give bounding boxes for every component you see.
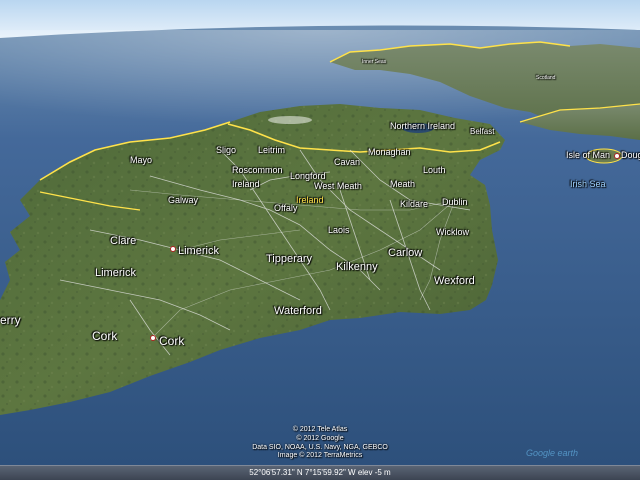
label-wexford: Wexford xyxy=(434,275,475,287)
label-kerry: erry xyxy=(0,313,21,327)
map-viewport[interactable]: Inner Seas Scotland Northern Ireland Bel… xyxy=(0,0,640,480)
label-scotland: Scotland xyxy=(536,75,556,81)
label-inner-seas: Inner Seas xyxy=(362,59,387,65)
coordinates-readout: 52°06'57.31" N 7°15'59.92" W elev -5 m xyxy=(249,468,391,477)
label-belfast: Belfast xyxy=(470,127,495,136)
label-kildare: Kildare xyxy=(400,199,429,209)
label-galway: Galway xyxy=(168,195,199,205)
credit-line: © 2012 Google xyxy=(296,434,344,442)
label-mayo: Mayo xyxy=(130,155,153,165)
label-kilkenny: Kilkenny xyxy=(336,261,378,273)
label-waterford: Waterford xyxy=(274,305,322,317)
label-offaly: Offaly xyxy=(274,203,298,213)
label-irish-sea: Irish Sea xyxy=(570,179,606,189)
label-limerick-county: Limerick xyxy=(95,267,136,279)
credit-line: © 2012 Tele Atlas xyxy=(292,426,348,433)
label-tipperary: Tipperary xyxy=(266,253,313,265)
label-clare: Clare xyxy=(110,235,137,247)
label-longford: Longford xyxy=(290,171,326,181)
label-cork-city: Cork xyxy=(159,334,185,348)
label-carlow: Carlow xyxy=(388,247,423,259)
label-isle-of-man: Isle of Man xyxy=(566,150,611,160)
label-cavan: Cavan xyxy=(334,157,361,167)
label-wicklow: Wicklow xyxy=(436,227,469,237)
status-bar: 52°06'57.31" N 7°15'59.92" W elev -5 m xyxy=(0,465,640,480)
label-limerick-city: Limerick xyxy=(178,245,219,257)
label-ireland-island: Ireland xyxy=(232,179,260,189)
label-roscommon: Roscommon xyxy=(232,165,283,175)
label-northern-ireland: Northern Ireland xyxy=(390,121,456,131)
label-ireland-country: Ireland xyxy=(296,195,324,205)
label-laois: Laois xyxy=(328,225,350,235)
label-leitrim: Leitrim xyxy=(258,145,286,155)
google-earth-logo: Google earth xyxy=(525,448,578,458)
city-dot-douglas xyxy=(614,153,620,159)
label-monaghan: Monaghan xyxy=(368,147,411,157)
label-dublin: Dublin xyxy=(442,197,468,207)
label-westmeath: West Meath xyxy=(314,181,362,191)
city-dot-cork xyxy=(150,335,156,341)
label-meath: Meath xyxy=(390,179,416,189)
label-louth: Louth xyxy=(423,165,446,175)
city-dot-limerick xyxy=(170,246,176,252)
label-douglas: Dougla xyxy=(621,150,640,160)
label-sligo: Sligo xyxy=(216,145,237,155)
earth-view[interactable] xyxy=(0,0,640,480)
label-cork-county: Cork xyxy=(92,329,118,343)
